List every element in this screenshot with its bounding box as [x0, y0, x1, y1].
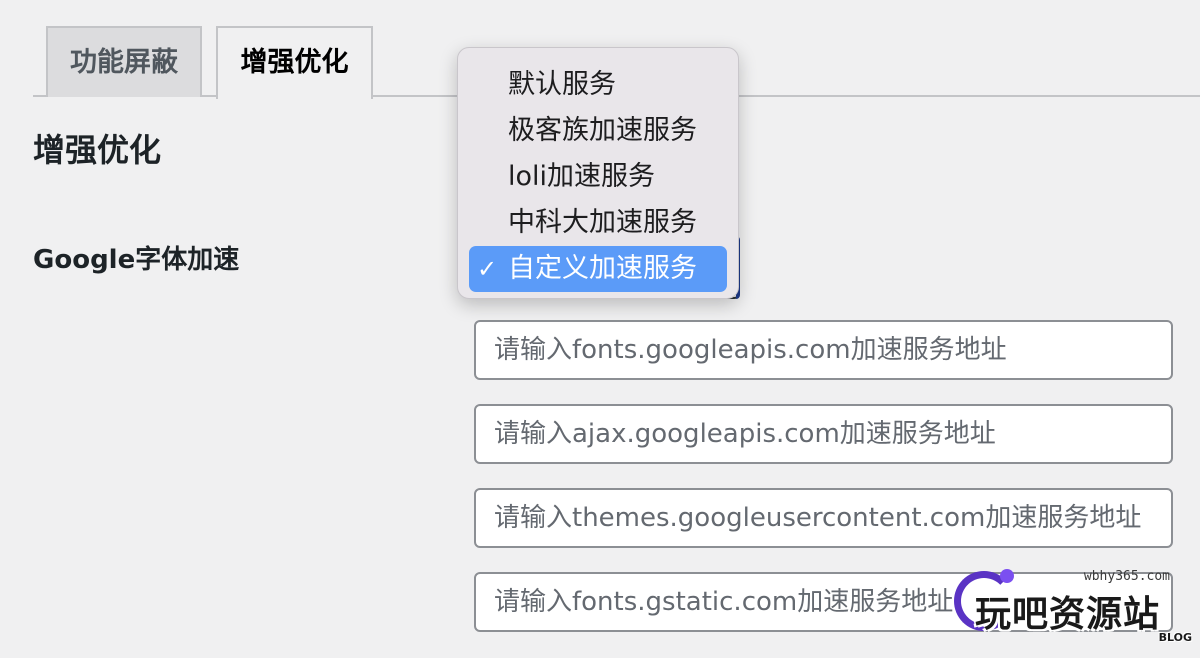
menu-item-custom-service[interactable]: ✓ 自定义加速服务: [469, 246, 727, 292]
menu-item-geekzu-service[interactable]: 极客族加速服务: [469, 108, 727, 154]
menu-item-label: 极客族加速服务: [508, 115, 697, 146]
fonts-googleapis-input[interactable]: [474, 320, 1173, 380]
menu-item-loli-service[interactable]: loli加速服务: [469, 154, 727, 200]
menu-item-label: 自定义加速服务: [508, 253, 697, 284]
menu-item-label: 默认服务: [508, 69, 616, 100]
google-font-acceleration-label: Google字体加速: [33, 245, 240, 275]
tab-feature-blocking[interactable]: 功能屏蔽: [46, 26, 202, 97]
themes-googleusercontent-input[interactable]: [474, 488, 1173, 548]
watermark-blog: BLOG: [1158, 631, 1192, 644]
menu-item-default-service[interactable]: 默认服务: [469, 62, 727, 108]
tab-enhancement[interactable]: 增强优化: [216, 26, 373, 99]
service-dropdown-menu: 默认服务 极客族加速服务 loli加速服务 中科大加速服务 ✓ 自定义加速服务: [457, 47, 739, 299]
ajax-googleapis-input[interactable]: [474, 404, 1173, 464]
watermark-brand: 玩吧资源站: [975, 594, 1161, 635]
menu-item-ustc-service[interactable]: 中科大加速服务: [469, 200, 727, 246]
menu-item-label: loli加速服务: [508, 161, 656, 192]
checkmark-icon: ✓: [477, 255, 498, 283]
watermark-logo: wbhy365.com 玩吧资源站 BLOG: [950, 565, 1200, 658]
section-title: 增强优化: [33, 131, 162, 169]
logo-dot-icon: [1000, 569, 1014, 583]
menu-item-label: 中科大加速服务: [508, 207, 697, 238]
watermark-site: wbhy365.com: [1083, 569, 1170, 584]
